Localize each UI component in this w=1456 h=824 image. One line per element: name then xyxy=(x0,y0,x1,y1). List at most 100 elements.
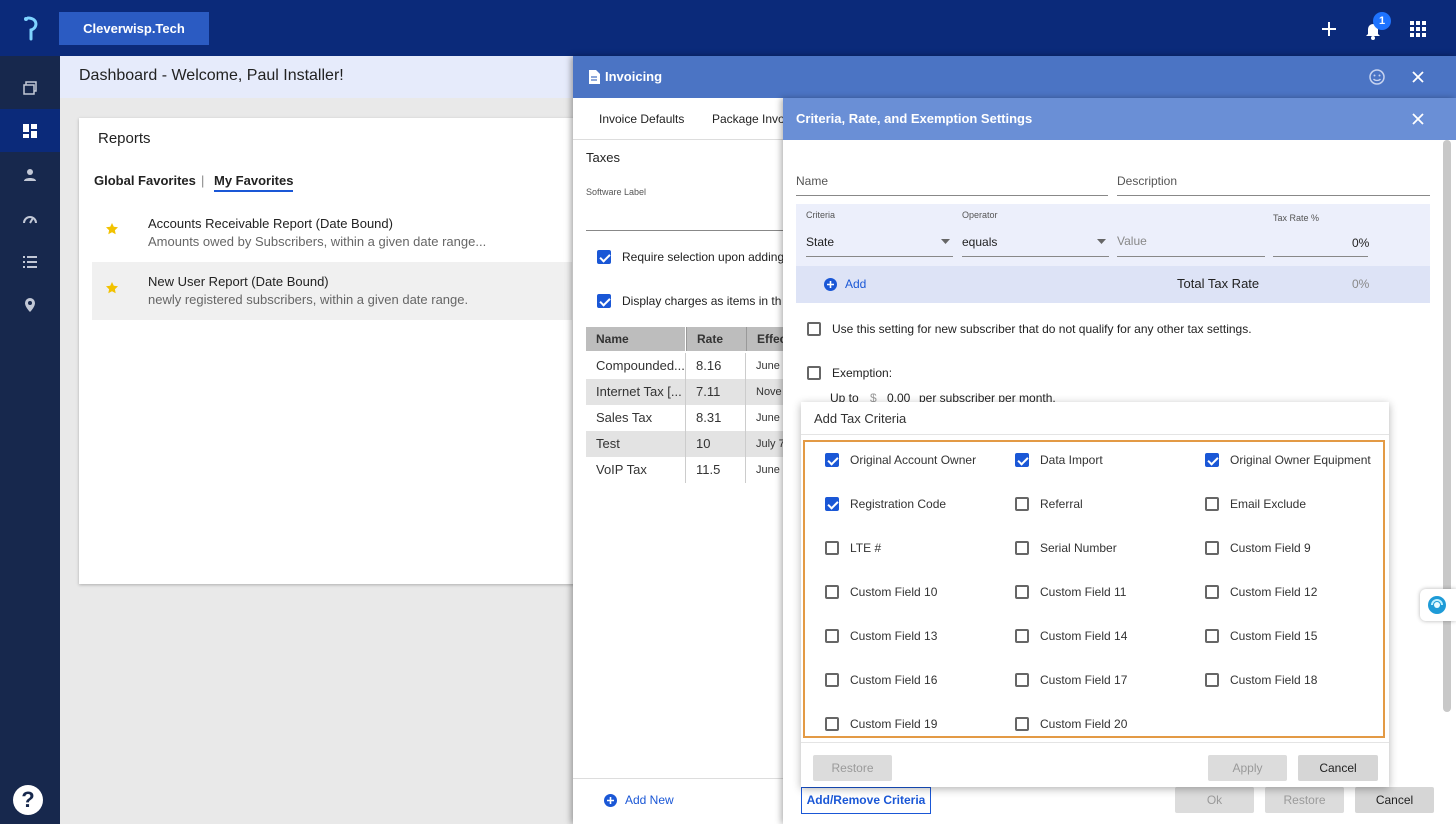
table-cell: VoIP Tax xyxy=(596,462,647,477)
software-label-input[interactable] xyxy=(586,230,783,231)
operator-select-value[interactable]: equals xyxy=(962,235,997,249)
criteria-option-checkbox[interactable] xyxy=(1205,629,1219,643)
criteria-option-checkbox[interactable] xyxy=(1205,541,1219,555)
chevron-down-icon[interactable] xyxy=(941,239,950,244)
notification-badge[interactable]: 1 xyxy=(1373,12,1391,30)
logo-icon[interactable] xyxy=(18,14,46,42)
criteria-option-label[interactable]: Custom Field 14 xyxy=(1040,629,1127,643)
description-input[interactable] xyxy=(1117,195,1430,196)
criteria-option-label[interactable]: Referral xyxy=(1040,497,1083,511)
value-input[interactable] xyxy=(1117,256,1265,257)
column-header-name[interactable]: Name xyxy=(586,327,685,351)
criteria-option-label[interactable]: Data Import xyxy=(1040,453,1103,467)
require-selection-checkbox[interactable] xyxy=(597,250,611,264)
criteria-option-checkbox[interactable] xyxy=(825,673,839,687)
star-icon[interactable] xyxy=(105,222,119,236)
column-header-rate[interactable]: Rate xyxy=(686,327,746,351)
smiley-icon[interactable] xyxy=(1368,68,1386,86)
exemption-checkbox[interactable] xyxy=(807,366,821,380)
tab-global-favorites[interactable]: Global Favorites xyxy=(94,173,196,188)
criteria-option-label[interactable]: Custom Field 10 xyxy=(850,585,937,599)
tax-rate-input[interactable] xyxy=(1273,256,1368,257)
criteria-option-label[interactable]: Custom Field 20 xyxy=(1040,717,1127,731)
operator-select[interactable] xyxy=(962,256,1109,257)
restore-button[interactable]: Restore xyxy=(1265,787,1344,813)
criteria-option-label[interactable]: Email Exclude xyxy=(1230,497,1306,511)
default-setting-checkbox[interactable] xyxy=(807,322,821,336)
tab-package-invoices[interactable]: Package Invo xyxy=(712,112,785,126)
report-item[interactable] xyxy=(92,262,572,320)
criteria-option-checkbox[interactable] xyxy=(825,585,839,599)
criteria-option-checkbox[interactable] xyxy=(1015,629,1029,643)
criteria-option-label[interactable]: Custom Field 9 xyxy=(1230,541,1311,555)
criteria-select[interactable] xyxy=(806,256,953,257)
criteria-option-label[interactable]: Registration Code xyxy=(850,497,946,511)
table-cell: 7.11 xyxy=(696,384,721,399)
criteria-option-label[interactable]: Original Account Owner xyxy=(850,453,976,467)
criteria-option-label[interactable]: Custom Field 18 xyxy=(1230,673,1317,687)
layers-icon[interactable] xyxy=(0,66,60,109)
criteria-option-checkbox[interactable] xyxy=(1015,717,1029,731)
scrollbar[interactable] xyxy=(1443,140,1451,712)
value-input-placeholder[interactable]: Value xyxy=(1117,234,1147,248)
criteria-option-checkbox[interactable] xyxy=(1015,673,1029,687)
cancel-button[interactable]: Cancel xyxy=(1355,787,1434,813)
star-icon[interactable] xyxy=(105,281,119,295)
report-item[interactable] xyxy=(92,204,572,262)
criteria-option-checkbox[interactable] xyxy=(1205,453,1219,467)
criteria-option-label[interactable]: Custom Field 19 xyxy=(850,717,937,731)
column-header-effective[interactable]: Effec xyxy=(746,327,783,351)
close-icon[interactable] xyxy=(1411,70,1425,84)
criteria-option-label[interactable]: Custom Field 11 xyxy=(1040,585,1126,599)
criteria-option-checkbox[interactable] xyxy=(1015,585,1029,599)
criteria-option-checkbox[interactable] xyxy=(825,497,839,511)
report-name[interactable]: Accounts Receivable Report (Date Bound) xyxy=(148,216,393,231)
add-circle-icon[interactable] xyxy=(824,278,837,291)
list-icon[interactable] xyxy=(0,240,60,283)
add-remove-criteria-button[interactable]: Add/Remove Criteria xyxy=(801,787,931,814)
apply-button[interactable]: Apply xyxy=(1208,755,1287,781)
ok-button[interactable]: Ok xyxy=(1175,787,1254,813)
criteria-option-checkbox[interactable] xyxy=(825,717,839,731)
assistant-widget-button[interactable] xyxy=(1420,589,1456,621)
add-new-button[interactable]: Add New xyxy=(625,793,674,807)
report-name[interactable]: New User Report (Date Bound) xyxy=(148,274,329,289)
restore-button[interactable]: Restore xyxy=(813,755,892,781)
criteria-option-checkbox[interactable] xyxy=(1205,673,1219,687)
criteria-option-label[interactable]: Custom Field 12 xyxy=(1230,585,1317,599)
org-switcher-button[interactable]: Cleverwisp.Tech xyxy=(59,12,209,45)
criteria-option-label[interactable]: Original Owner Equipment xyxy=(1230,453,1371,467)
location-icon[interactable] xyxy=(0,283,60,326)
cancel-button[interactable]: Cancel xyxy=(1298,755,1378,781)
apps-grid-icon[interactable] xyxy=(1407,18,1429,40)
add-circle-icon[interactable] xyxy=(604,794,617,807)
add-criteria-button[interactable]: Add xyxy=(845,277,866,291)
criteria-option-checkbox[interactable] xyxy=(1205,497,1219,511)
criteria-option-checkbox[interactable] xyxy=(825,541,839,555)
criteria-option-checkbox[interactable] xyxy=(825,629,839,643)
display-charges-checkbox[interactable] xyxy=(597,294,611,308)
criteria-option-label[interactable]: Custom Field 17 xyxy=(1040,673,1127,687)
criteria-option-label[interactable]: Custom Field 15 xyxy=(1230,629,1317,643)
criteria-option-label[interactable]: LTE # xyxy=(850,541,881,555)
close-icon[interactable] xyxy=(1411,112,1425,126)
criteria-select-value[interactable]: State xyxy=(806,235,834,249)
tab-invoice-defaults[interactable]: Invoice Defaults xyxy=(599,112,684,126)
gauge-icon[interactable] xyxy=(0,196,60,239)
criteria-option-checkbox[interactable] xyxy=(1015,541,1029,555)
help-button[interactable]: ? xyxy=(13,785,43,815)
criteria-option-label[interactable]: Serial Number xyxy=(1040,541,1117,555)
chevron-down-icon[interactable] xyxy=(1097,239,1106,244)
name-input[interactable] xyxy=(796,195,1108,196)
criteria-option-checkbox[interactable] xyxy=(1015,497,1029,511)
dashboard-icon[interactable] xyxy=(0,109,60,152)
criteria-option-checkbox[interactable] xyxy=(1205,585,1219,599)
person-icon[interactable] xyxy=(0,153,60,196)
plus-icon[interactable] xyxy=(1318,18,1340,40)
tax-rate-input-value[interactable]: 0% xyxy=(1352,236,1369,250)
criteria-option-label[interactable]: Custom Field 16 xyxy=(850,673,937,687)
criteria-option-checkbox[interactable] xyxy=(825,453,839,467)
criteria-option-label[interactable]: Custom Field 13 xyxy=(850,629,937,643)
tab-my-favorites[interactable]: My Favorites xyxy=(214,173,294,192)
criteria-option-checkbox[interactable] xyxy=(1015,453,1029,467)
